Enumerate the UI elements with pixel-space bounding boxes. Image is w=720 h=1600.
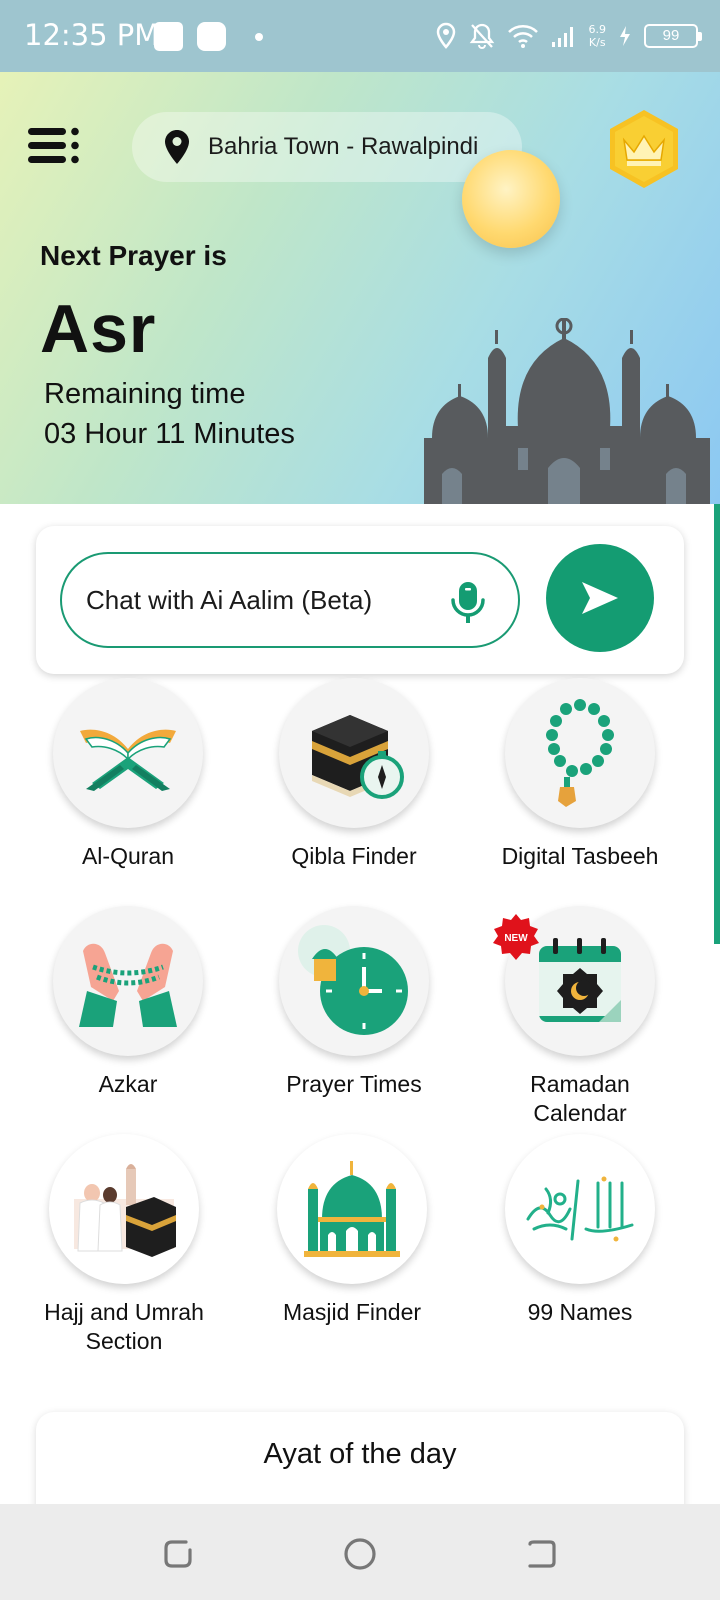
sun-icon [462,150,560,248]
mute-bell-icon [469,23,494,49]
charging-icon [620,26,630,46]
ai-chat-card: Chat with Ai Aalim (Beta) [36,526,684,674]
microphone-icon[interactable] [448,580,488,624]
ayat-title: Ayat of the day [263,1438,457,1470]
next-prayer-name: Asr [40,291,157,367]
wifi-icon [507,25,538,48]
feature-hajj-umrah[interactable]: Hajj and Umrah Section [14,1134,234,1356]
calligraphy-icon [526,1176,634,1242]
back-icon[interactable] [522,1534,562,1574]
kaaba-compass-icon [312,715,404,799]
remaining-time-label: Remaining time [44,378,246,410]
mosque-illustration [424,318,710,504]
system-navigation-bar [0,1504,720,1600]
signal-icon [551,27,573,47]
feature-label: Prayer Times [286,1071,422,1097]
network-speed: 6.9 K/s [588,23,607,49]
feature-label: Hajj and Umrah Section [44,1299,204,1354]
notification-icon [154,22,183,51]
feature-99-names[interactable]: 99 Names [470,1134,690,1327]
feature-label: Al-Quran [81,843,175,869]
feature-label: 99 Names [527,1299,633,1325]
status-icons: 6.9 K/s 99 [435,20,702,52]
more-notifications-icon [255,33,263,41]
feature-qibla-finder[interactable]: Qibla Finder [244,678,464,871]
masjid-icon [304,1161,400,1257]
praying-hands-icon [79,943,177,1027]
ramadan-calendar-icon [539,938,621,1022]
feature-label: Qibla Finder [291,843,417,869]
hero-banner: Bahria Town - Rawalpindi Next Prayer is … [0,72,720,504]
feature-prayer-times[interactable]: Prayer Times [244,906,464,1099]
ai-chat-placeholder: Chat with Ai Aalim (Beta) [86,584,373,615]
quran-icon [80,729,176,791]
tasbeeh-beads-icon [546,699,614,807]
location-selector[interactable]: Bahria Town - Rawalpindi [132,112,522,182]
send-button[interactable] [546,544,654,652]
menu-icon[interactable] [28,126,82,166]
location-icon [436,22,455,49]
new-badge: NEW [493,914,539,960]
feature-digital-tasbeeh[interactable]: Digital Tasbeeh [470,678,690,871]
remaining-time-value: 03 Hour 11 Minutes [44,418,295,450]
feature-al-quran[interactable]: Al-Quran [18,678,238,871]
status-bar: 12:35 PM 6.9 K/s 99 [0,0,720,72]
feature-label: Digital Tasbeeh [501,843,659,869]
svg-text:NEW: NEW [504,933,528,944]
feature-masjid-finder[interactable]: Masjid Finder [242,1134,462,1327]
recent-apps-icon[interactable] [158,1534,198,1574]
premium-crown-icon[interactable] [606,108,682,190]
next-prayer-label: Next Prayer is [40,240,227,271]
home-icon[interactable] [340,1534,380,1574]
send-icon [582,582,618,614]
feature-ramadan-calendar[interactable]: NEW Ramadan Calendar [470,906,690,1128]
location-pin-icon [165,130,189,164]
location-text: Bahria Town - Rawalpindi [208,133,479,160]
hajj-kaaba-icon [74,1164,176,1257]
feature-azkar[interactable]: Azkar [18,906,238,1099]
feature-label: Azkar [98,1071,158,1097]
notification-icon [197,22,226,51]
ai-chat-input[interactable]: Chat with Ai Aalim (Beta) [60,552,520,648]
scroll-indicator [714,504,720,944]
prayer-clock-icon [298,925,408,1035]
status-time: 12:35 PM [24,18,160,52]
feature-label: Ramadan Calendar [530,1071,630,1126]
feature-label: Masjid Finder [282,1299,422,1325]
battery-indicator: 99 [644,24,702,48]
